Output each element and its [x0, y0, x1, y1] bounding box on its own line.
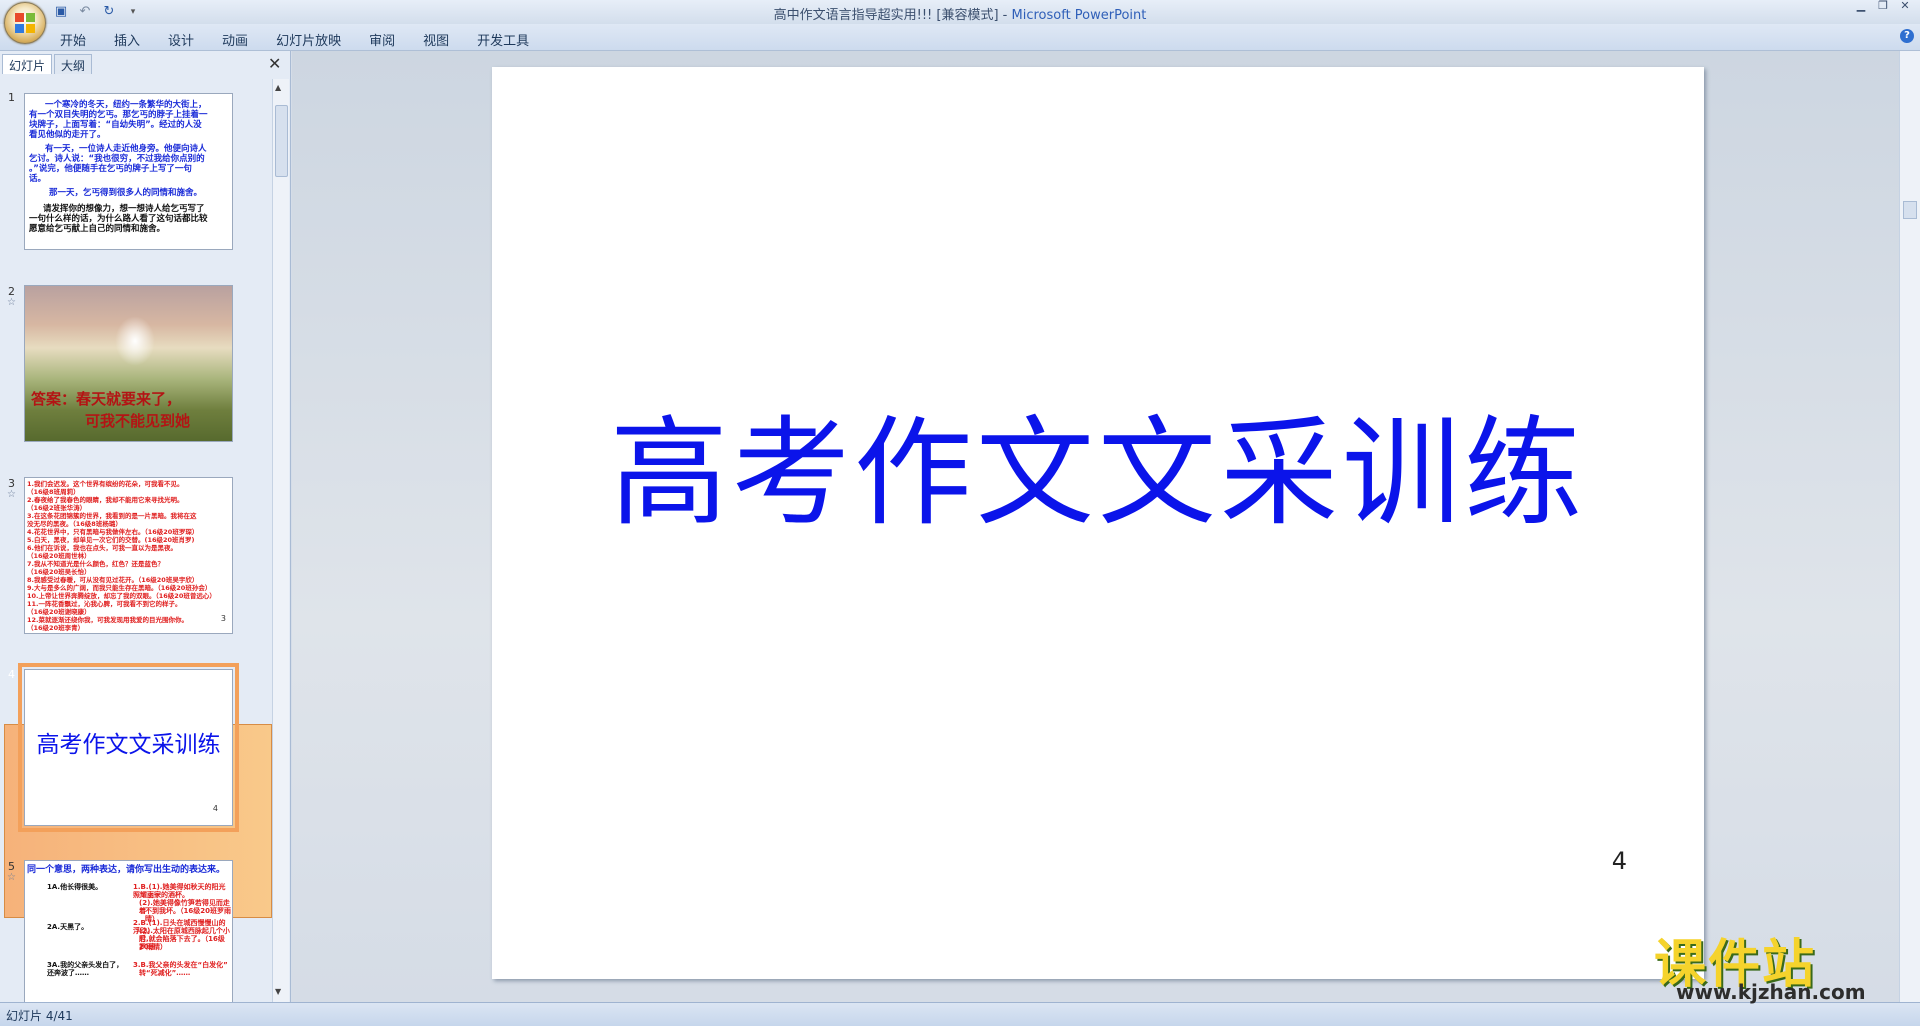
thumb-text: 那一天，乞丐得到很多人的同情和施舍。 — [49, 188, 203, 198]
thumb-text: 一个寒冷的冬天，纽约一条繁华的大街上， — [45, 100, 207, 110]
sun-glow — [115, 316, 155, 366]
slide-editing-area: 高考作文文采训练 4 — [292, 51, 1900, 1002]
thumb-text: 3.B.我父亲的头发在“白发化” — [133, 961, 228, 969]
thumbnail-list: 1 一个寒冷的冬天，纽约一条繁华的大街上， 有一个双目失明的乞丐。那乞丐的脖子上… — [0, 79, 272, 1002]
thumb-text: 罗雨晴） — [139, 943, 167, 951]
slide-page-number: 4 — [1611, 847, 1627, 875]
tab-review[interactable]: 审阅 — [369, 28, 409, 51]
thumb-text: 答案：春天就要来了， — [31, 390, 182, 408]
thumb-text: 1.我们会迟发。这个世界有缤纷的花朵，可我看不见。 — [27, 480, 184, 488]
window-title: 高中作文语言指导超实用!!! [兼容模式] - Microsoft PowerP… — [0, 4, 1920, 23]
thumb-text: 块牌子，上面写着：“自幼失明”。经过的人没 — [29, 120, 202, 130]
tab-design[interactable]: 设计 — [168, 28, 208, 51]
thumb-text: （16级20班周世林） — [27, 552, 91, 560]
slide-title[interactable]: 高考作文文采训练 — [492, 377, 1704, 548]
scrollbar-thumb[interactable] — [275, 105, 288, 177]
tab-home[interactable]: 开始 — [60, 28, 100, 51]
thumb-title: 高考作文文采训练 — [36, 732, 221, 758]
animation-star-icon: ☆ — [7, 489, 16, 500]
scrollbar-thumb[interactable] — [1903, 201, 1917, 219]
thumb-text: （16级2班张华涛） — [27, 504, 87, 512]
thumb-text: 看见他似的走开了。 — [29, 130, 106, 140]
close-panel-icon[interactable]: ✕ — [268, 54, 281, 73]
slide-thumbnail-4[interactable]: 高考作文文采训练 4 — [18, 663, 239, 832]
slide-number: 4 — [8, 668, 15, 681]
animation-star-icon: ☆ — [7, 872, 16, 883]
thumb-text: （16级20班吴长怡） — [27, 568, 91, 576]
thumb-text: 6.他们在诉说，我也在点头，可我一直以为是黑夜。 — [27, 544, 177, 552]
tab-slideshow[interactable]: 幻灯片放映 — [276, 28, 355, 51]
thumb-text: （16级8班周莉） — [27, 488, 80, 496]
slide-thumbnail-2[interactable]: 答案：春天就要来了， 可我不能见到她 — [24, 285, 233, 442]
current-slide[interactable]: 高考作文文采训练 4 — [492, 67, 1704, 979]
slide-number: 1 — [8, 91, 15, 104]
status-bar: 幻灯片 4/41 — [0, 1002, 1920, 1026]
thumb-text: 3A.我的父亲头发白了，还奔波了…… — [47, 961, 124, 977]
thumb-text: （16级20班李青） — [27, 624, 85, 632]
title-bar: ▣ ↶ ↻ ▾ 高中作文语言指导超实用!!! [兼容模式] - Microsof… — [0, 0, 1920, 44]
app-name: Microsoft PowerPoint — [1011, 8, 1147, 23]
window-controls: ▁ ❐ ✕ — [1850, 0, 1916, 14]
tab-developer[interactable]: 开发工具 — [477, 28, 543, 51]
thumb-page-number: 3 — [220, 614, 226, 623]
thumb-text: 3.在这条花团锦簇的世界，我看到的是一片黑暗。我将在这 — [27, 512, 197, 520]
thumb-text: 同一个意思，两种表达，请你写出生动的表达来。 — [27, 865, 226, 875]
thumb-text: 有一天，一位诗人走近他身旁。他便向诗人 — [45, 144, 207, 154]
thumb-text: 12.菜就逐渐还绕你我，可我发现用我爱的目光围你你。 — [27, 616, 189, 624]
thumb-text: 有一个双目失明的乞丐。那乞丐的脖子上挂着一 — [29, 110, 208, 120]
tab-insert[interactable]: 插入 — [114, 28, 154, 51]
thumb-text: 7.我从不知道光是什么颜色，红色？还是蓝色？ — [27, 560, 164, 568]
thumb-text: （16级20班谢晓康） — [27, 608, 91, 616]
thumb-text: 11.一阵花香飘过，沁我心脾，可我看不到它的样子。 — [27, 600, 182, 608]
thumb-text: 乞讨。诗人说：“我也很穷，不过我给你点别的 — [29, 154, 205, 164]
thumb-text: 一句什么样的话，为什么路人看了这句话都比较 — [29, 214, 208, 224]
thumb-page-number: 4 — [212, 804, 218, 813]
slides-panel: 幻灯片 大纲 ✕ 1 一个寒冷的冬天，纽约一条繁华的大街上， 有一个双目失明的乞… — [0, 51, 291, 1002]
thumb-text: 丽家的酒杯。 — [147, 891, 189, 899]
thumb-text: 5.白天，黑夜，却单见一次它们的交替。(16级20班肖罗) — [27, 536, 195, 544]
thumb-text: 话。 — [29, 174, 47, 184]
tab-outline[interactable]: 大纲 — [54, 54, 93, 74]
thumb-text: 2.春夜给了我春色的眼睛，我却不能用它来寻找光明。 — [27, 496, 184, 504]
office-logo-icon — [15, 13, 35, 33]
thumb-text: 4.花花世界中，只有黑暗与我做伴左右。（16级20班罗琛） — [27, 528, 199, 536]
document-title: 高中作文语言指导超实用!!! [兼容模式] - — [773, 8, 1012, 23]
thumb-text: 请发挥你的想像力，想一想诗人给乞丐写了 — [43, 204, 205, 214]
thumbnail-scrollbar[interactable]: ▲ ▼ — [272, 79, 289, 1002]
thumb-text: 转“死减化”…… — [139, 969, 191, 977]
tab-view[interactable]: 视图 — [423, 28, 463, 51]
close-window-icon[interactable]: ✕ — [1894, 0, 1916, 14]
thumb-text: 愿意给乞丐献上自己的同情和施舍。 — [29, 224, 166, 234]
tab-slides[interactable]: 幻灯片 — [2, 54, 53, 74]
watermark-logo: 课件站 www.kjzhan.com — [1652, 922, 1894, 1006]
restore-icon[interactable]: ❐ — [1872, 0, 1894, 14]
thumb-text: 8.我感受过春暖，可从没有见过花开。（16级20班吴宇欣） — [27, 576, 199, 584]
main-vertical-scrollbar[interactable] — [1899, 51, 1920, 1002]
office-button[interactable] — [4, 2, 46, 44]
help-icon[interactable]: ? — [1900, 29, 1914, 43]
thumb-text: 2A.天黑了。 — [47, 923, 89, 931]
slide-thumbnail-3[interactable]: 1.我们会迟发。这个世界有缤纷的花朵，可我看不见。 （16级8班周莉） 2.春夜… — [24, 477, 233, 634]
slide-thumbnail-5[interactable]: 同一个意思，两种表达，请你写出生动的表达来。 1A.他长得很美。 1.B.(1)… — [24, 860, 233, 1002]
thumb-text: 10.上帝让世界奔腾绽放，却忘了我的双眼。（16级20班曾远心） — [27, 592, 216, 600]
slide-counter: 幻灯片 4/41 — [6, 1009, 73, 1023]
thumb-text: 。”说完，他便随手在乞丐的牌子上写了一句 — [29, 164, 192, 174]
slide-thumbnail-1[interactable]: 一个寒冷的冬天，纽约一条繁华的大街上， 有一个双目失明的乞丐。那乞丐的脖子上挂着… — [24, 93, 233, 250]
scroll-up-icon[interactable]: ▲ — [275, 83, 281, 92]
ribbon-tab-bar: 开始 插入 设计 动画 幻灯片放映 审阅 视图 开发工具 ? — [0, 24, 1920, 51]
thumb-text: 没无尽的黑夜。（16级8班杨璐） — [27, 520, 122, 528]
tab-animation[interactable]: 动画 — [222, 28, 262, 51]
watermark-url: www.kjzhan.com — [1676, 980, 1866, 1004]
thumb-text: 9.大与是多么的广阔，而我只能生存在黑暗。（16级20班孙会） — [27, 584, 212, 592]
thumb-text: 1A.他长得很美。 — [47, 883, 103, 891]
scroll-down-icon[interactable]: ▼ — [275, 987, 281, 996]
minimize-icon[interactable]: ▁ — [1850, 0, 1872, 14]
animation-star-icon: ☆ — [7, 297, 16, 308]
thumb-text: 可我不能见到她 — [85, 412, 191, 430]
